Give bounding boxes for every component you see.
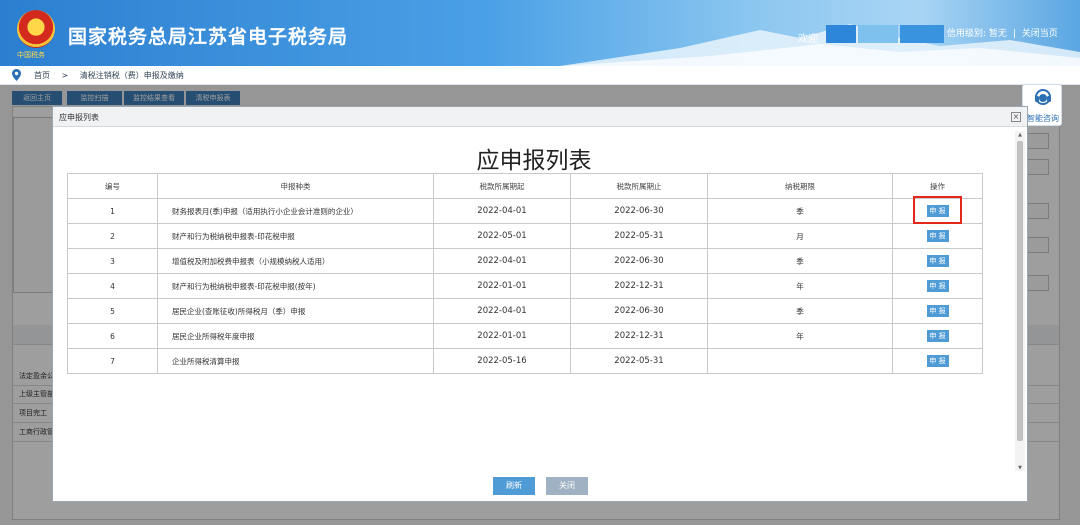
username-redaction <box>900 25 944 43</box>
modal-header-title: 应申报列表 <box>59 113 99 122</box>
period-end: 2022-06-30 <box>570 248 708 274</box>
tax-period: 季 <box>707 248 893 274</box>
declare-button[interactable]: 申 报 <box>926 330 949 342</box>
column-header: 税款所属期止 <box>570 173 708 199</box>
declaration-type: 增值税及附加税费申报表（小规模纳税人适用） <box>157 248 434 274</box>
declaration-type: 财产和行为税纳税申报表-印花税申报(按年) <box>157 273 434 299</box>
row-number: 7 <box>67 348 158 374</box>
site-header: 中国税务 国家税务总局江苏省电子税务局 欢迎 信用级别: 暂无 | 关闭当页 <box>0 0 1080 66</box>
row-number: 5 <box>67 298 158 324</box>
period-start: 2022-05-01 <box>433 223 571 249</box>
table-row: 5 居民企业(查账征收)所得税月（季）申报 2022-04-01 2022-06… <box>67 298 983 324</box>
period-start: 2022-01-01 <box>433 273 571 299</box>
period-end: 2022-12-31 <box>570 323 708 349</box>
period-end: 2022-12-31 <box>570 273 708 299</box>
declaration-type: 财务报表月(季)申报（适用执行小企业会计准则的企业） <box>157 198 434 224</box>
close-page-link[interactable]: 关闭当页 <box>1022 29 1058 39</box>
credit-area: 信用级别: 暂无 | 关闭当页 <box>947 26 1058 39</box>
headset-icon <box>1035 89 1051 105</box>
list-title: 应申报列表 <box>476 148 592 174</box>
table-row: 1 财务报表月(季)申报（适用执行小企业会计准则的企业） 2022-04-01 … <box>67 198 983 224</box>
period-end: 2022-05-31 <box>570 348 708 374</box>
location-pin-icon <box>12 69 21 81</box>
table-row: 6 居民企业所得税年度申报 2022-01-01 2022-12-31 年 申 … <box>67 323 983 349</box>
declare-button[interactable]: 申 报 <box>926 280 949 292</box>
emblem-caption: 中国税务 <box>17 51 45 59</box>
period-start: 2022-05-16 <box>433 348 571 374</box>
scroll-up-arrow-icon[interactable]: ▲ <box>1017 132 1023 138</box>
header-separator: | <box>1012 29 1016 39</box>
declaration-type: 企业所得税清算申报 <box>157 348 434 374</box>
modal-close-icon[interactable]: × <box>1011 112 1021 122</box>
column-header: 税款所属期起 <box>433 173 571 199</box>
modal-scrollbar[interactable]: ▲ ▼ <box>1015 131 1025 471</box>
highlight-box <box>913 196 962 224</box>
smart-consult-widget[interactable]: 智能咨询 <box>1022 84 1062 126</box>
row-number: 4 <box>67 273 158 299</box>
credit-level-label: 信用级别: <box>947 29 987 39</box>
declare-button[interactable]: 申 报 <box>926 230 949 242</box>
action-cell: 申 报 <box>892 248 983 274</box>
tax-period: 季 <box>707 298 893 324</box>
column-header: 申报种类 <box>157 173 434 199</box>
column-header: 操作 <box>892 173 983 199</box>
row-number: 6 <box>67 323 158 349</box>
smart-consult-label: 智能咨询 <box>1027 114 1059 123</box>
declaration-type: 财产和行为税纳税申报表-印花税申报 <box>157 223 434 249</box>
welcome-text: 欢迎 <box>798 34 818 45</box>
tax-period: 季 <box>707 198 893 224</box>
period-start: 2022-01-01 <box>433 323 571 349</box>
table-row: 3 增值税及附加税费申报表（小规模纳税人适用） 2022-04-01 2022-… <box>67 248 983 274</box>
breadcrumb-separator: > <box>61 71 69 80</box>
table-row: 4 财产和行为税纳税申报表-印花税申报(按年) 2022-01-01 2022-… <box>67 273 983 299</box>
tax-period: 年 <box>707 273 893 299</box>
table-row: 2 财产和行为税纳税申报表-印花税申报 2022-05-01 2022-05-3… <box>67 223 983 249</box>
username-redaction <box>858 25 898 43</box>
declaration-list-modal: 应申报列表 × ▲ ▼ 应申报列表 编号 申报种类 税款所属期起 税款所属期止 … <box>52 106 1028 502</box>
row-number: 3 <box>67 248 158 274</box>
column-header: 编号 <box>67 173 158 199</box>
credit-level-value: 暂无 <box>988 29 1007 39</box>
breadcrumb: 首页 > 清税注销税（费）申报及缴纳 <box>0 66 1080 85</box>
close-button[interactable]: 关闭 <box>546 477 588 495</box>
action-cell: 申 报 <box>892 273 983 299</box>
refresh-button[interactable]: 刷新 <box>493 477 535 495</box>
period-start: 2022-04-01 <box>433 198 571 224</box>
scroll-down-arrow-icon[interactable]: ▼ <box>1017 465 1023 471</box>
site-title: 国家税务总局江苏省电子税务局 <box>68 26 349 48</box>
column-header: 纳税期限 <box>707 173 893 199</box>
declare-button[interactable]: 申 报 <box>926 355 949 367</box>
row-number: 1 <box>67 198 158 224</box>
period-end: 2022-06-30 <box>570 198 708 224</box>
period-end: 2022-06-30 <box>570 298 708 324</box>
username-redaction <box>826 25 856 43</box>
breadcrumb-current: 清税注销税（费）申报及缴纳 <box>79 71 184 80</box>
scrollbar-thumb[interactable] <box>1017 141 1023 441</box>
tax-period: 月 <box>707 223 893 249</box>
action-cell: 申 报 <box>892 223 983 249</box>
row-number: 2 <box>67 223 158 249</box>
tax-period: 年 <box>707 323 893 349</box>
period-start: 2022-04-01 <box>433 248 571 274</box>
declaration-type: 居民企业(查账征收)所得税月（季）申报 <box>157 298 434 324</box>
action-cell: 申 报 <box>892 323 983 349</box>
declare-button[interactable]: 申 报 <box>926 255 949 267</box>
declare-button[interactable]: 申 报 <box>926 305 949 317</box>
period-start: 2022-04-01 <box>433 298 571 324</box>
tax-emblem-icon <box>17 10 55 48</box>
breadcrumb-home-link[interactable]: 首页 <box>34 71 50 80</box>
action-cell: 申 报 <box>892 348 983 374</box>
action-cell: 申 报 <box>892 298 983 324</box>
table-row: 7 企业所得税清算申报 2022-05-16 2022-05-31 申 报 <box>67 348 983 374</box>
modal-header: 应申报列表 × <box>53 107 1027 127</box>
declaration-type: 居民企业所得税年度申报 <box>157 323 434 349</box>
table-header-row: 编号 申报种类 税款所属期起 税款所属期止 纳税期限 操作 <box>67 173 983 199</box>
tax-period <box>707 348 893 374</box>
period-end: 2022-05-31 <box>570 223 708 249</box>
declaration-table: 编号 申报种类 税款所属期起 税款所属期止 纳税期限 操作 1 财务报表月(季)… <box>67 173 983 374</box>
